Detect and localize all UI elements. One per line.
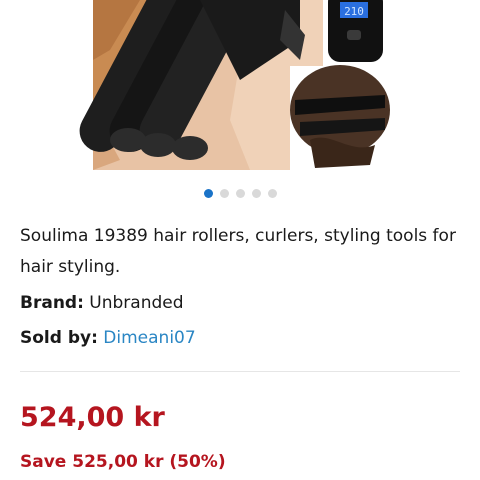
carousel-dot[interactable] xyxy=(235,189,245,198)
brand-value: Unbranded xyxy=(89,293,184,313)
product-title: Soulima 19389 hair rollers, curlers, sty… xyxy=(20,226,456,277)
brand-label: Brand: xyxy=(20,293,84,313)
display-temp: 210 xyxy=(344,5,364,18)
price: 524,00 kr xyxy=(20,402,165,433)
brand-row: Brand: Unbranded xyxy=(20,292,184,314)
seller-link[interactable]: Dimeani07 xyxy=(103,328,195,348)
carousel-dot[interactable] xyxy=(203,189,213,198)
seller-row: Sold by: Dimeani07 xyxy=(20,327,196,349)
savings-text: Save 525,00 kr (50%) xyxy=(20,452,226,472)
product-image[interactable]: 210 xyxy=(0,0,480,180)
carousel-dot[interactable] xyxy=(219,189,229,198)
carousel-dot[interactable] xyxy=(251,189,261,198)
carousel-dot[interactable] xyxy=(267,189,277,198)
divider xyxy=(20,371,460,372)
sold-by-label: Sold by: xyxy=(20,328,98,348)
carousel-indicator[interactable] xyxy=(0,189,480,201)
